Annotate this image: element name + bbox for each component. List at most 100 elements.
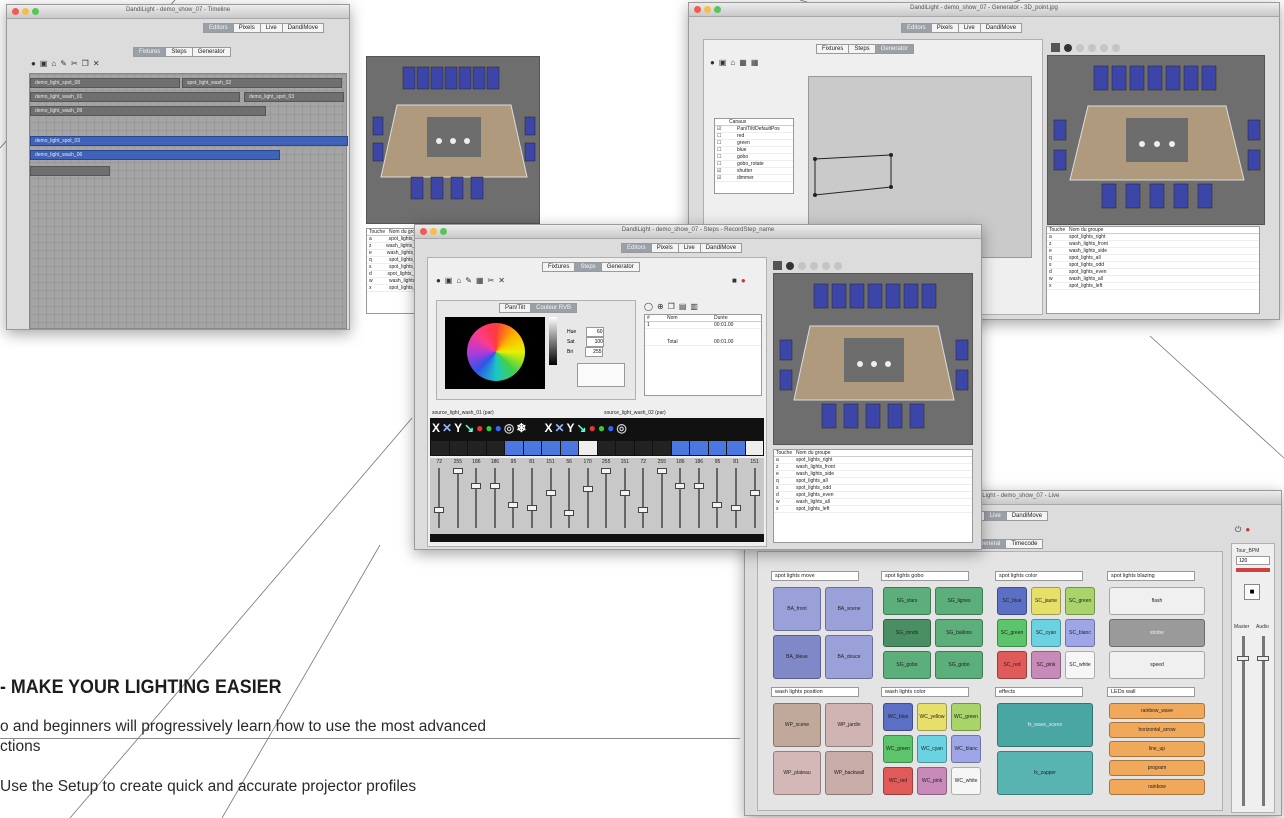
hue-field[interactable]: 60 xyxy=(585,327,604,337)
channel-list[interactable]: Canaux ☑ Pan/Tilt/DefaultPos ☐ red ☐ green … xyxy=(714,118,794,194)
lock-icon[interactable]: ⌂ xyxy=(51,59,56,68)
cue-pad[interactable]: SC_green xyxy=(997,619,1027,647)
color-wheel[interactable] xyxy=(467,323,525,381)
preview-dot[interactable] xyxy=(786,261,794,270)
channel-fader[interactable]: 95 xyxy=(506,458,520,534)
bpm-field[interactable]: 120 xyxy=(1236,556,1270,565)
cue-pad[interactable]: fx_wave_scene xyxy=(997,703,1093,747)
delete-icon[interactable]: ✕ xyxy=(498,276,505,285)
fader-knob[interactable] xyxy=(656,468,667,474)
cue-pad[interactable]: strobe xyxy=(1109,619,1205,647)
tab-live[interactable]: Live xyxy=(957,23,981,33)
fader-knob[interactable] xyxy=(731,504,742,511)
fader-knob[interactable] xyxy=(527,504,537,511)
column-header[interactable]: Nom du groupe xyxy=(1069,227,1259,233)
tab-dandimove[interactable]: DandiMove xyxy=(281,23,325,33)
tab-generator[interactable]: Generator xyxy=(600,262,640,272)
edit-icon[interactable]: ✎ xyxy=(60,59,67,68)
cue-pad[interactable]: rainbow xyxy=(1109,779,1205,795)
channel-fader[interactable]: 186 xyxy=(488,458,502,534)
list-item[interactable]: a spot_lights_right xyxy=(1047,234,1259,241)
group-header[interactable]: wash lights position xyxy=(771,687,859,697)
fader-knob[interactable] xyxy=(434,506,445,513)
cue-pad[interactable]: SC_blanc xyxy=(1065,619,1095,647)
preview-dot[interactable] xyxy=(798,261,806,270)
cue-pad[interactable]: SC_cyan xyxy=(1031,619,1061,647)
tab-live[interactable]: Live xyxy=(677,243,701,253)
tab-editors[interactable]: Editors xyxy=(621,243,652,253)
brightness-bar[interactable] xyxy=(549,317,557,365)
dimmer-icon[interactable]: ↘ xyxy=(464,420,474,436)
channel-fader[interactable]: 56 xyxy=(562,458,576,534)
tab-editors[interactable]: Editors xyxy=(901,23,932,33)
list-item[interactable]: d spot_lights_even xyxy=(774,492,972,499)
group-header[interactable]: spot lights gobo xyxy=(881,571,969,581)
list-item[interactable]: x spot_lights_left xyxy=(1047,283,1259,290)
tab-pixels[interactable]: Pixels xyxy=(650,243,679,253)
tab-live[interactable]: Live xyxy=(983,511,1007,521)
group-header[interactable]: effects xyxy=(995,687,1083,697)
cue-pad[interactable]: WP_jardin xyxy=(825,703,873,747)
preview-dot[interactable] xyxy=(1064,43,1072,52)
preview-dot[interactable] xyxy=(1076,43,1084,52)
fader-knob[interactable] xyxy=(545,490,556,497)
tab-generator[interactable]: Generator xyxy=(874,44,914,54)
channel-fader[interactable]: 81 xyxy=(729,458,743,534)
cue-pad[interactable]: WP_backwall xyxy=(825,751,873,795)
fader-knob[interactable] xyxy=(712,501,723,508)
channel-fader[interactable]: 186 xyxy=(469,458,483,534)
delete-icon[interactable]: ▥ xyxy=(690,302,698,311)
cue-pad[interactable]: SC_white xyxy=(1065,651,1095,679)
save-icon[interactable]: ▣ xyxy=(719,58,727,67)
channel-fader[interactable]: 72 xyxy=(432,458,446,534)
power-icon[interactable]: ⏻ xyxy=(1235,525,1241,535)
group-list[interactable]: Touche Nom du groupe a spot_lights_right z… xyxy=(773,449,973,543)
preview-dot[interactable] xyxy=(834,261,842,270)
record-icon[interactable]: ● xyxy=(31,59,36,68)
edit-icon[interactable]: ✎ xyxy=(465,276,472,285)
timeline-clip-selected[interactable]: demo_light_spot_03 xyxy=(30,136,348,146)
cue-pad[interactable]: WC_white xyxy=(951,767,981,795)
tab-rgb-color[interactable]: Couleur RVB xyxy=(530,303,578,313)
list-item[interactable]: ☑ shutter xyxy=(715,168,793,175)
lock-icon[interactable]: ⌂ xyxy=(730,58,735,67)
timeline-clip[interactable]: demo_light_wash_09 xyxy=(30,106,266,116)
column-header[interactable]: # xyxy=(645,315,667,321)
copy-icon[interactable]: ❐ xyxy=(82,59,89,68)
tab-steps[interactable]: Steps xyxy=(574,262,602,272)
record-icon[interactable]: ● xyxy=(710,58,715,67)
grid-icon[interactable]: ▦ xyxy=(751,58,759,67)
tab-live[interactable]: Live xyxy=(259,23,283,33)
list-item[interactable]: ☐ gobo_rotate xyxy=(715,161,793,168)
sat-field[interactable]: 100 xyxy=(585,337,604,347)
cut-icon[interactable]: ✂ xyxy=(71,59,78,68)
timeline-area[interactable]: demo_light_spot_08 spot_light_wash_02 de… xyxy=(29,73,348,329)
fader-knob[interactable] xyxy=(489,482,500,489)
cue-pad[interactable]: WP_plateau xyxy=(773,751,821,795)
master-fader[interactable] xyxy=(1237,656,1249,661)
list-item[interactable]: e wash_lights_side xyxy=(1047,248,1259,255)
list-item[interactable]: a spot_lights_right xyxy=(774,457,972,464)
column-header[interactable]: Touche xyxy=(1047,227,1069,233)
cue-pad[interactable]: SC_jaune xyxy=(1031,587,1061,615)
column-header[interactable]: Nom xyxy=(667,315,714,321)
tab-steps[interactable]: Steps xyxy=(848,44,876,54)
cue-pad[interactable]: BA_douce xyxy=(825,635,873,679)
fader-knob[interactable] xyxy=(471,482,482,489)
cue-pad[interactable]: SC_pink xyxy=(1031,651,1061,679)
tab-fixtures[interactable]: Fixtures xyxy=(542,262,576,272)
channel-fader[interactable]: 186 xyxy=(673,458,687,534)
list-item[interactable]: s spot_lights_odd xyxy=(774,485,972,492)
column-header[interactable]: Durée xyxy=(714,315,761,321)
list-item[interactable]: x spot_lights_left xyxy=(774,506,972,513)
cue-pad[interactable]: fx_zapper xyxy=(997,751,1093,795)
play-icon[interactable]: ◯ xyxy=(644,302,653,311)
list-item[interactable]: q spot_lights_all xyxy=(1047,255,1259,262)
cue-pad[interactable]: SC_green xyxy=(1065,587,1095,615)
tap-button[interactable]: ■ xyxy=(1244,584,1260,600)
record-icon[interactable]: ● xyxy=(741,276,746,285)
cue-pad[interactable]: WC_green xyxy=(951,703,981,731)
camera-icon[interactable] xyxy=(1051,43,1060,52)
cue-pad[interactable]: line_up xyxy=(1109,741,1205,757)
channel-fader[interactable]: 255 xyxy=(599,458,613,534)
